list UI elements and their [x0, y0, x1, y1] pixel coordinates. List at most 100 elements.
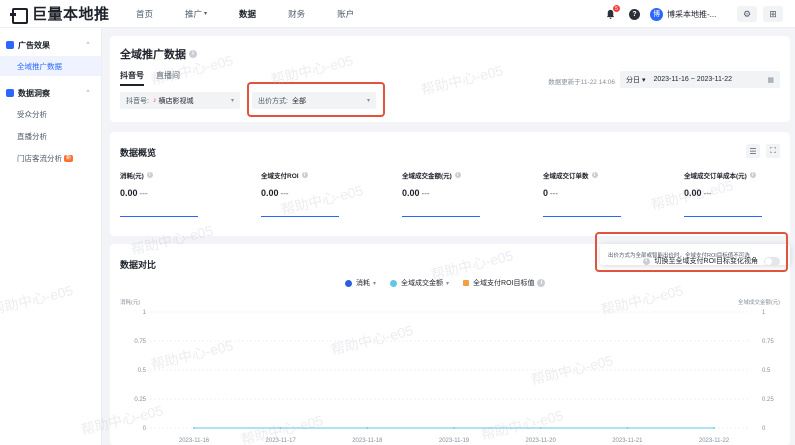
metric-card[interactable]: 全域成交订单成本(元) i 0.00 ---	[684, 170, 795, 226]
account-filter-value: 横店影视城	[158, 97, 194, 105]
info-icon[interactable]: i	[189, 50, 197, 58]
x-tick-label: 2023-11-22	[699, 438, 730, 444]
chevron-down-icon: ▾	[204, 11, 208, 17]
line-chart: 消耗(元) 全域成交金额(元) 0 0 0.25 0.25 0.5 0.5 0.75 0.75 1 1…	[120, 298, 780, 444]
legend-item[interactable]: 消耗 ▾	[345, 278, 376, 288]
info-icon[interactable]: i	[454, 172, 461, 178]
sidebar-item-1-0[interactable]: 受众分析	[0, 104, 101, 124]
tab-bar: 抖音号 直播间	[120, 70, 192, 86]
compare-card: 数据对比 出价方式为全部或智能出价时，全域支付ROI目标值不可选 i 切换至全域…	[110, 232, 790, 445]
metric-label: 全域支付ROI	[261, 173, 299, 180]
sidebar-group-label: 广告效果	[18, 40, 50, 50]
y-tick-right: 0.25	[762, 397, 774, 403]
info-icon[interactable]: i	[591, 172, 598, 178]
nav-item-2[interactable]: 数据	[239, 8, 256, 20]
x-tick-label: 2023-11-20	[526, 438, 557, 444]
metrics-row: 消耗(元) i 0.00 --- 全域支付ROI i 0.00 --- 全域成交金额(元) i 0.…	[120, 170, 795, 226]
nav-item-label: 财务	[288, 8, 306, 19]
sidebar-item-1-2[interactable]: 门店客流分析新	[0, 148, 101, 168]
sidebar-item-1-1[interactable]: 直播分析	[0, 126, 101, 146]
chevron-down-icon: ▾	[446, 280, 450, 287]
metric-value: 0	[543, 188, 549, 198]
y-axis-left-label: 消耗(元)	[120, 298, 140, 306]
x-tick-label: 2023-11-16	[179, 438, 210, 444]
legend-swatch	[390, 279, 398, 287]
series-point-1	[713, 427, 715, 429]
sidebar-group-1[interactable]: 数据洞察 ⌃	[0, 84, 101, 102]
metric-label-row: 全域成交订单数 i	[543, 170, 684, 180]
granularity-label: 分日	[626, 76, 640, 84]
metric-delta: ---	[139, 189, 148, 198]
sidebar-group-label: 数据洞察	[18, 88, 50, 98]
info-icon[interactable]: i	[301, 172, 308, 178]
update-time: 数据更新于11-22 14:06	[548, 79, 615, 86]
y-tick-left: 0.5	[138, 368, 147, 374]
chevron-down-icon: ▾	[373, 280, 377, 287]
metric-value-row: 0.00 ---	[402, 188, 543, 198]
y-tick-left: 0	[143, 426, 147, 432]
filter-settings-icon[interactable]: ☰	[746, 144, 760, 158]
series-point-1	[366, 427, 369, 429]
metric-card[interactable]: 全域支付ROI i 0.00 ---	[261, 170, 402, 226]
account-filter[interactable]: 抖音号: ♪ 横店影视城 ▾	[120, 92, 240, 109]
metric-delta: ---	[550, 189, 559, 198]
series-point-1	[193, 427, 195, 429]
nav-item-label: 推广	[185, 8, 203, 19]
metric-value: 0.00	[261, 188, 279, 198]
date-range: 2023-11-16 ~ 2023-11-22	[653, 76, 733, 83]
series-point-1	[279, 427, 282, 429]
y-tick-right: 0.5	[762, 368, 771, 374]
series-point-1	[626, 427, 629, 429]
metric-label-row: 全域成交订单成本(元) i	[684, 170, 795, 180]
chevron-up-icon: ⌃	[85, 90, 91, 97]
avatar[interactable]: 博	[650, 7, 663, 21]
legend-item[interactable]: 全域成交金额 ▾	[390, 278, 449, 288]
sparkline	[684, 216, 762, 217]
metric-card[interactable]: 消耗(元) i 0.00 ---	[120, 170, 261, 226]
filter-card: 全域推广数据 i 抖音号 直播间 抖音号: ♪ 横店影视城 ▾ 出价方式: 全部 …	[110, 36, 790, 122]
sidebar-group-0[interactable]: 广告效果 ⌃	[0, 36, 101, 54]
nav-item-0[interactable]: 首页	[136, 8, 153, 20]
metric-value-row: 0.00 ---	[684, 188, 795, 198]
metric-label-row: 全域支付ROI i	[261, 170, 402, 180]
metric-value-row: 0 ---	[543, 188, 684, 198]
sidebar-item-label: 门店客流分析	[17, 153, 62, 163]
sidebar-item-0-0[interactable]: 全域推广数据	[0, 56, 101, 76]
legend-label: 全域成交金额	[401, 280, 444, 287]
metric-label: 消耗(元)	[120, 173, 144, 180]
sidebar-item-label: 全域推广数据	[17, 61, 62, 71]
logo-text: 巨量本地推	[32, 6, 110, 23]
chevron-down-icon: ▾	[230, 98, 234, 104]
metric-value: 0.00	[402, 188, 420, 198]
tab-1[interactable]: 直播间	[156, 70, 180, 86]
series-point-1	[453, 427, 455, 429]
nav-item-1[interactable]: 推广 ▾	[185, 8, 207, 20]
y-tick-right: 1	[762, 310, 766, 316]
x-tick-label: 2023-11-19	[439, 438, 470, 444]
metric-card[interactable]: 全域成交订单数 i 0 ---	[543, 170, 684, 226]
date-range-picker[interactable]: 分日 ▾ 2023-11-16 ~ 2023-11-22 ▦	[620, 71, 780, 88]
notification-bell[interactable]: 5	[603, 5, 620, 21]
nav-item-4[interactable]: 账户	[337, 8, 354, 20]
gear-icon[interactable]: ⚙	[737, 6, 757, 22]
fullscreen-icon[interactable]: ⛶	[766, 144, 780, 158]
nav-right: 5 ? 博 博采本地推-... ⚙ ⊞	[603, 0, 783, 28]
grid-icon[interactable]: ⊞	[763, 6, 783, 22]
info-icon[interactable]: i	[146, 172, 153, 178]
legend-item[interactable]: 全域支付ROI目标值 i	[463, 278, 546, 288]
tab-0[interactable]: 抖音号	[120, 70, 144, 86]
legend-label: 全域支付ROI目标值	[473, 280, 535, 287]
user-name[interactable]: 博采本地推-...	[667, 9, 727, 20]
account-filter-label: 抖音号:	[126, 97, 149, 105]
granularity-select[interactable]: 分日 ▾	[626, 75, 645, 85]
nav-item-label: 首页	[136, 8, 154, 19]
info-icon[interactable]: i	[537, 279, 546, 287]
nav-item-3[interactable]: 财务	[288, 8, 305, 20]
metric-label: 全域成交金额(元)	[402, 173, 452, 180]
metric-card[interactable]: 全域成交金额(元) i 0.00 ---	[402, 170, 543, 226]
nav-item-label: 账户	[337, 8, 355, 19]
logo[interactable]: 巨量本地推	[10, 3, 120, 24]
help-icon[interactable]: ?	[629, 8, 640, 20]
metric-value-row: 0.00 ---	[261, 188, 402, 198]
info-icon[interactable]: i	[749, 172, 756, 178]
